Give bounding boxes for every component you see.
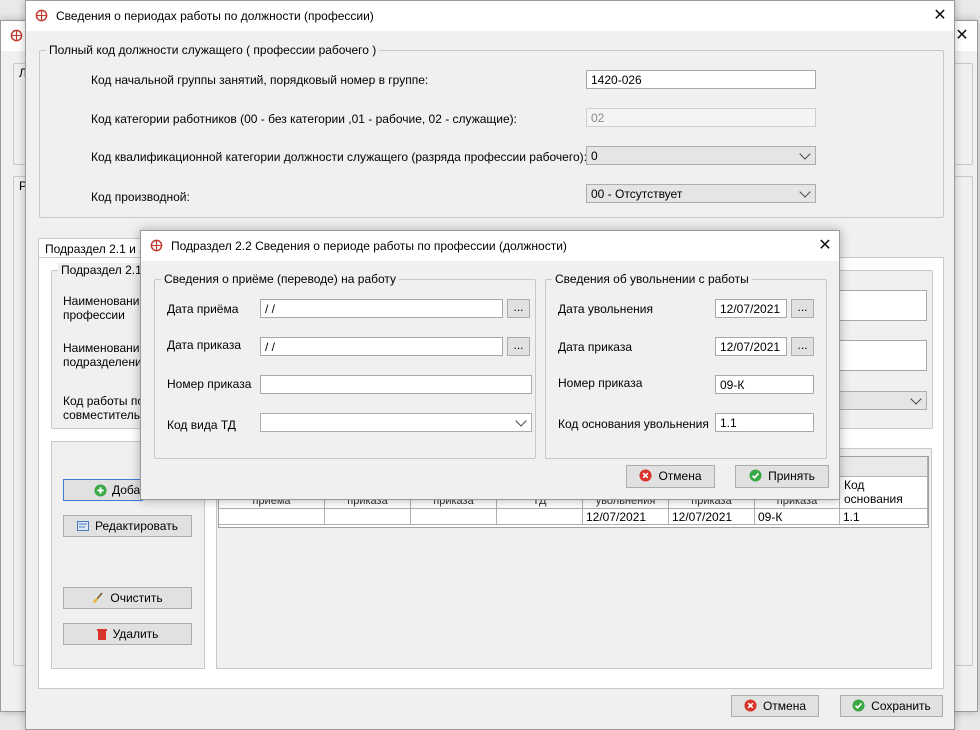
qualification-code-label: Код квалификационной категории должности… bbox=[91, 150, 587, 164]
dismiss-date-picker-button[interactable]: ... bbox=[791, 299, 814, 318]
work-code-label-1: Код работы по bbox=[63, 394, 144, 408]
table-header-cell bbox=[840, 457, 928, 477]
edit-button-label: Редактировать bbox=[95, 519, 178, 533]
group-code-input[interactable]: 1420-026 bbox=[586, 70, 816, 89]
hire-group-legend: Сведения о приёме (переводе) на работу bbox=[161, 272, 400, 286]
sub-cancel-button[interactable]: Отмена bbox=[626, 465, 715, 488]
check-icon bbox=[749, 469, 762, 482]
trash-icon bbox=[96, 628, 107, 640]
table-header-last-label: Код основания увольнения bbox=[844, 478, 909, 508]
table-cell-dismiss-date[interactable]: 12/07/2021 bbox=[583, 509, 669, 525]
hire-group: Сведения о приёме (переводе) на работу Д… bbox=[154, 272, 536, 459]
dismiss-date-label: Дата увольнения bbox=[558, 302, 653, 316]
table-cell[interactable] bbox=[411, 509, 497, 525]
derivative-code-label: Код производной: bbox=[91, 190, 190, 204]
code-group-legend: Полный код должности служащего ( професс… bbox=[46, 43, 380, 57]
app-icon bbox=[150, 239, 163, 252]
main-cancel-label: Отмена bbox=[762, 699, 807, 713]
sub-titlebar: Подраздел 2.2 Сведения о периоде работы … bbox=[141, 231, 839, 261]
accept-button-label: Принять bbox=[768, 469, 815, 483]
table-cell-order-number[interactable]: 09-К bbox=[755, 509, 840, 525]
subsection-2-1-legend: Подраздел 2.1 bbox=[58, 263, 145, 277]
table-cell[interactable] bbox=[219, 509, 325, 525]
chevron-down-icon bbox=[910, 393, 922, 405]
table-cell[interactable] bbox=[497, 509, 583, 525]
main-cancel-button[interactable]: Отмена bbox=[731, 695, 819, 717]
derivative-code-value: 00 - Отсутствует bbox=[591, 187, 683, 201]
dismiss-group-legend: Сведения об увольнении с работы bbox=[552, 272, 752, 286]
dismiss-order-number-label: Номер приказа bbox=[558, 376, 643, 390]
main-titlebar: Сведения о периодах работы по должности … bbox=[26, 1, 954, 31]
check-icon bbox=[852, 699, 865, 712]
work-code-select[interactable] bbox=[839, 391, 927, 410]
hire-order-date-input[interactable]: / / bbox=[260, 337, 503, 356]
subdivision-name-label-2: подразделения bbox=[63, 355, 149, 369]
dismiss-order-number-input[interactable]: 09-К bbox=[715, 375, 814, 394]
hire-order-date-label: Дата приказа bbox=[167, 338, 242, 352]
save-button-label: Сохранить bbox=[871, 699, 931, 713]
delete-button[interactable]: Удалить bbox=[63, 623, 192, 645]
chevron-down-icon bbox=[515, 415, 527, 427]
cancel-icon bbox=[744, 699, 757, 712]
add-button[interactable]: Добав bbox=[63, 479, 147, 501]
dismiss-reason-code-input[interactable]: 1.1 bbox=[715, 413, 814, 432]
profession-name-label-2: профессии bbox=[63, 308, 125, 322]
app-icon bbox=[10, 29, 23, 42]
table-header-last: Код основания увольнения bbox=[840, 477, 928, 509]
code-group: Полный код должности служащего ( професс… bbox=[39, 43, 944, 218]
edit-button[interactable]: Редактировать bbox=[63, 515, 192, 537]
edit-form-icon bbox=[77, 520, 90, 531]
td-code-select[interactable] bbox=[260, 413, 532, 432]
sub-dialog: Подраздел 2.2 Сведения о периоде работы … bbox=[140, 230, 840, 500]
qualification-code-value: 0 bbox=[591, 149, 598, 163]
category-code-label: Код категории работников (00 - без катег… bbox=[91, 112, 517, 126]
hire-date-label: Дата приёма bbox=[167, 302, 239, 316]
chevron-down-icon bbox=[799, 148, 811, 160]
hire-date-input[interactable]: / / bbox=[260, 299, 503, 318]
sub-cancel-label: Отмена bbox=[658, 469, 702, 483]
hire-order-date-picker-button[interactable]: ... bbox=[507, 337, 530, 356]
dismiss-order-date-input[interactable]: 12/07/2021 bbox=[715, 337, 787, 356]
dismiss-order-date-label: Дата приказа bbox=[558, 340, 633, 354]
sub-dialog-title: Подраздел 2.2 Сведения о периоде работы … bbox=[171, 239, 567, 253]
save-button[interactable]: Сохранить bbox=[840, 695, 943, 717]
derivative-code-select[interactable]: 00 - Отсутствует bbox=[586, 184, 816, 203]
work-code-label-2: совместительст bbox=[63, 408, 152, 422]
dismiss-date-input[interactable]: 12/07/2021 bbox=[715, 299, 787, 318]
delete-button-label: Удалить bbox=[112, 627, 159, 641]
clear-button-label: Очистить bbox=[110, 591, 163, 605]
main-dialog-title: Сведения о периодах работы по должности … bbox=[56, 9, 374, 23]
chevron-down-icon bbox=[799, 186, 811, 198]
accept-button[interactable]: Принять bbox=[735, 465, 829, 488]
profession-name-input[interactable] bbox=[839, 290, 927, 321]
subdivision-name-label-1: Наименование bbox=[63, 341, 147, 355]
group-code-label: Код начальной группы занятий, порядковый… bbox=[91, 73, 429, 87]
table-cell[interactable] bbox=[325, 509, 411, 525]
category-code-input: 02 bbox=[586, 108, 816, 127]
table-cell-order-date[interactable]: 12/07/2021 bbox=[669, 509, 755, 525]
broom-icon bbox=[93, 592, 103, 603]
clear-button[interactable]: Очистить bbox=[63, 587, 192, 609]
app-icon bbox=[35, 9, 48, 22]
main-close-button[interactable]: ✕ bbox=[925, 4, 955, 28]
table-cell-reason-code[interactable]: 1.1 bbox=[840, 509, 928, 525]
hire-order-number-label: Номер приказа bbox=[167, 377, 252, 391]
dismiss-reason-code-label: Код основания увольнения bbox=[558, 417, 709, 431]
cancel-icon bbox=[639, 469, 653, 482]
qualification-code-select[interactable]: 0 bbox=[586, 146, 816, 165]
sub-close-button[interactable]: ✕ bbox=[810, 234, 840, 258]
tab-subsection-2-1[interactable]: Подраздел 2.1 и 2. bbox=[38, 238, 157, 259]
dismiss-order-date-picker-button[interactable]: ... bbox=[791, 337, 814, 356]
td-code-label: Код вида ТД bbox=[167, 418, 236, 432]
subdivision-name-input[interactable] bbox=[839, 340, 927, 371]
hire-date-picker-button[interactable]: ... bbox=[507, 299, 530, 318]
dismiss-group: Сведения об увольнении с работы Дата уво… bbox=[545, 272, 827, 459]
plus-icon bbox=[94, 484, 107, 497]
hire-order-number-input[interactable] bbox=[260, 375, 532, 394]
